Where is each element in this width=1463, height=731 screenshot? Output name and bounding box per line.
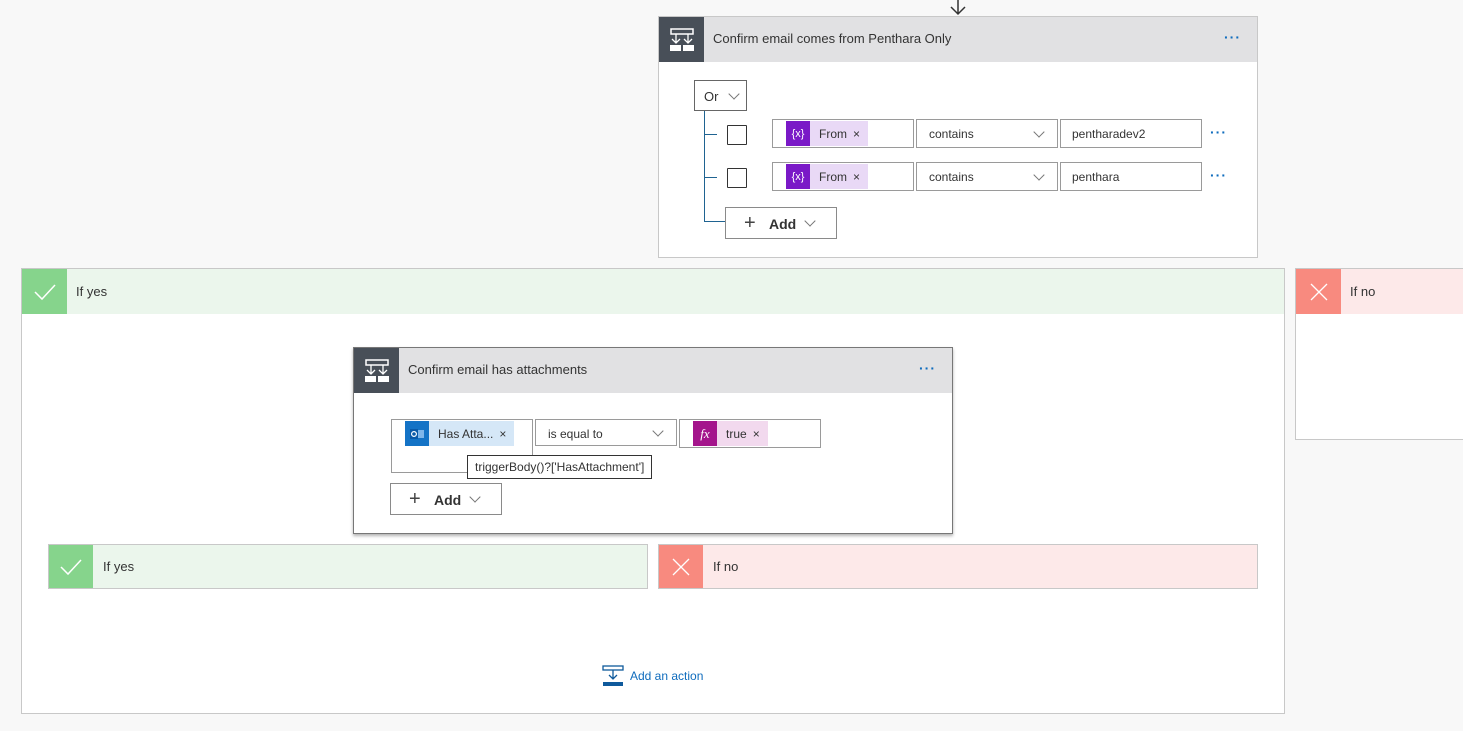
- chevron-down-icon: [652, 425, 664, 437]
- row-more-icon[interactable]: ···: [1210, 124, 1227, 140]
- row-checkbox[interactable]: [727, 125, 747, 145]
- chevron-down-icon: [728, 88, 740, 100]
- inner-if-yes-header[interactable]: If yes: [48, 544, 648, 589]
- tree-branch: [704, 134, 717, 135]
- add-action-button[interactable]: Add an action: [602, 665, 703, 687]
- condition-icon: [354, 348, 399, 393]
- flow-arrow-icon: [949, 0, 967, 16]
- condition-value-input[interactable]: penthara: [1060, 162, 1202, 191]
- chevron-down-icon: [804, 215, 816, 227]
- operator-dropdown[interactable]: contains: [916, 119, 1058, 148]
- branch-if-yes: If yes Confirm email has attachments ···…: [21, 268, 1285, 714]
- check-icon: [22, 269, 67, 314]
- condition-value-field[interactable]: fx true ×: [679, 419, 821, 448]
- condition-icon: [659, 17, 704, 62]
- row-checkbox[interactable]: [727, 168, 747, 188]
- dynamic-token[interactable]: Has Atta... ×: [405, 421, 515, 446]
- more-options-icon[interactable]: ···: [919, 360, 936, 376]
- condition-value-input[interactable]: pentharadev2: [1060, 119, 1202, 148]
- inner-if-no-header[interactable]: If no: [658, 544, 1258, 589]
- row-more-icon[interactable]: ···: [1210, 167, 1227, 183]
- group-operator-dropdown[interactable]: Or: [694, 80, 747, 111]
- fx-icon: fx: [693, 421, 717, 446]
- add-button[interactable]: + Add: [390, 483, 502, 515]
- more-options-icon[interactable]: ···: [1224, 29, 1241, 45]
- tree-line: [704, 111, 705, 222]
- expression-tooltip: triggerBody()?['HasAttachment']: [467, 455, 653, 479]
- outlook-icon: [405, 421, 429, 446]
- remove-token-icon[interactable]: ×: [853, 170, 868, 184]
- condition-title: Confirm email has attachments: [408, 362, 588, 377]
- chevron-down-icon: [469, 491, 481, 503]
- add-button[interactable]: + Add: [725, 207, 837, 239]
- condition-header[interactable]: Confirm email has attachments ···: [354, 348, 952, 393]
- tree-branch: [704, 221, 726, 222]
- condition-card-penthara: Confirm email comes from Penthara Only ·…: [658, 16, 1258, 258]
- condition-title: Confirm email comes from Penthara Only: [713, 31, 952, 46]
- if-no-header[interactable]: If no: [1296, 269, 1463, 314]
- dynamic-token[interactable]: {x} From ×: [786, 121, 869, 146]
- remove-token-icon[interactable]: ×: [853, 127, 868, 141]
- check-icon: [49, 545, 93, 588]
- operator-dropdown[interactable]: is equal to: [535, 419, 677, 446]
- chevron-down-icon: [1033, 169, 1045, 181]
- branch-if-no: If no: [1295, 268, 1463, 440]
- if-yes-header[interactable]: If yes: [22, 269, 1284, 314]
- condition-left-field[interactable]: {x} From ×: [772, 119, 914, 148]
- variable-icon: {x}: [786, 164, 810, 189]
- plus-icon: +: [409, 488, 421, 510]
- tree-branch: [704, 177, 717, 178]
- dynamic-token[interactable]: {x} From ×: [786, 164, 869, 189]
- close-icon: [659, 545, 703, 588]
- variable-icon: {x}: [786, 121, 810, 146]
- condition-left-field[interactable]: {x} From ×: [772, 162, 914, 191]
- operator-dropdown[interactable]: contains: [916, 162, 1058, 191]
- plus-icon: +: [744, 212, 756, 234]
- add-action-icon: [602, 665, 624, 686]
- condition-card-attachments: Confirm email has attachments ··· Has At…: [353, 347, 953, 534]
- remove-token-icon[interactable]: ×: [753, 427, 768, 441]
- condition-header[interactable]: Confirm email comes from Penthara Only ·…: [659, 17, 1257, 62]
- remove-token-icon[interactable]: ×: [499, 427, 514, 441]
- close-icon: [1296, 269, 1341, 314]
- expression-token[interactable]: fx true ×: [693, 421, 768, 446]
- chevron-down-icon: [1033, 126, 1045, 138]
- group-operator-value: Or: [704, 89, 719, 104]
